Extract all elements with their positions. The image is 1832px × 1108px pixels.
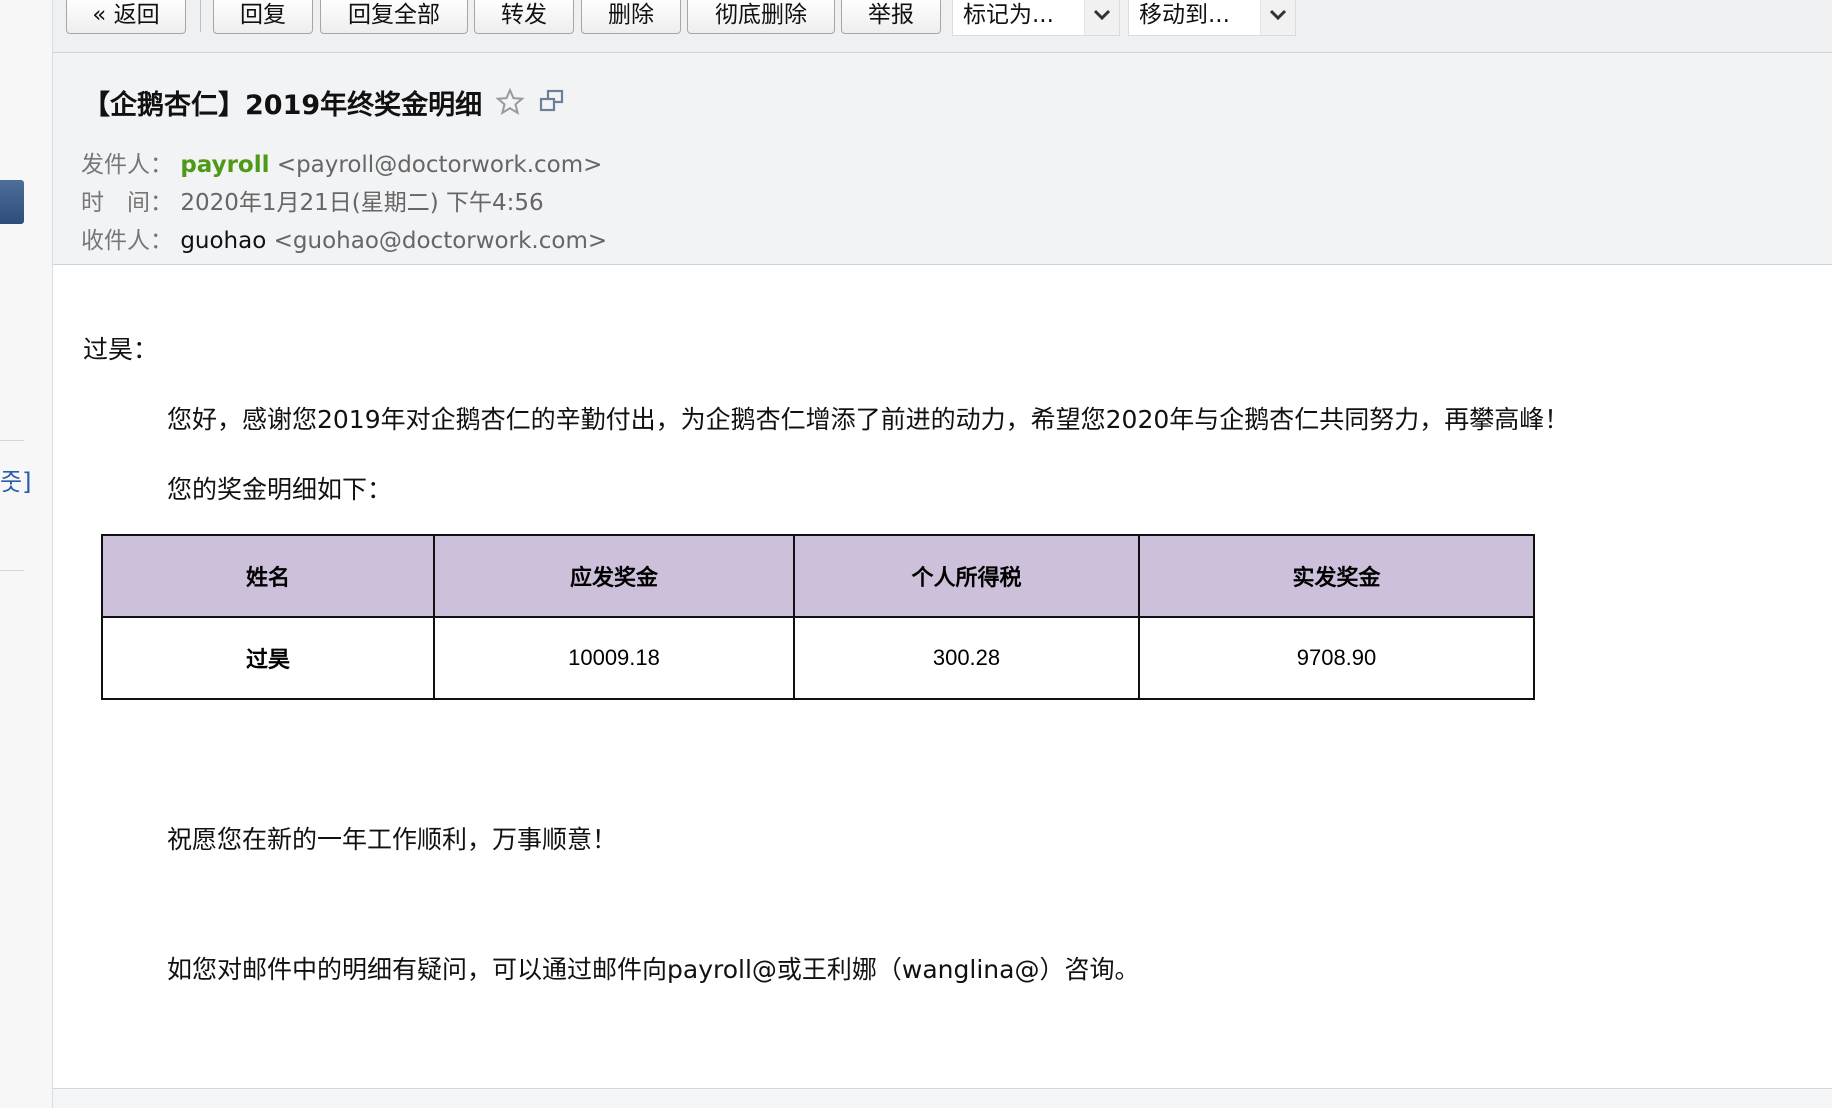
divider <box>0 440 24 441</box>
time-label: 时 间： <box>81 190 173 216</box>
back-button[interactable]: « 返回 <box>66 0 186 34</box>
toolbar-separator <box>200 0 201 32</box>
mark-as-select[interactable]: 标记为... <box>952 0 1120 36</box>
chevron-down-icon <box>1084 0 1119 35</box>
table-cell: 9708.90 <box>1138 616 1535 700</box>
delete-button[interactable]: 删除 <box>581 0 681 34</box>
move-to-label: 移动到... <box>1139 2 1230 28</box>
greeting: 过昊： <box>83 335 159 364</box>
forward-button[interactable]: 转发 <box>474 0 574 34</box>
mail-toolbar: « 返回 回复 回复全部 转发 删除 彻底删除 举报 标记为... 移动到... <box>53 0 1832 53</box>
left-pane-link[interactable]: 줏] <box>0 462 31 497</box>
sender-name[interactable]: payroll <box>180 152 269 178</box>
details-intro: 您的奖金明细如下： <box>167 475 393 504</box>
mark-as-label: 标记为... <box>963 2 1054 28</box>
recipient-name[interactable]: guohao <box>180 228 266 254</box>
table-header: 姓名 <box>101 534 435 618</box>
sender-row: 发件人： payroll <payroll@doctorwork.com> <box>81 145 602 179</box>
sender-address: <payroll@doctorwork.com> <box>276 152 603 178</box>
mail-reading-pane: « 返回 回复 回复全部 转发 删除 彻底删除 举报 标记为... 移动到...… <box>53 0 1832 1108</box>
table-cell: 过昊 <box>101 616 435 700</box>
wish-paragraph: 祝愿您在新的一年工作顺利，万事顺意！ <box>167 825 618 854</box>
table-cell: 10009.18 <box>433 616 795 700</box>
recipient-address: <guohao@doctorwork.com> <box>273 228 608 254</box>
delete-permanently-button[interactable]: 彻底删除 <box>687 0 835 34</box>
table-header: 个人所得税 <box>793 534 1140 618</box>
recipient-row: 收件人： guohao <guohao@doctorwork.com> <box>81 221 607 255</box>
divider <box>0 570 24 571</box>
table-header: 实发奖金 <box>1138 534 1535 618</box>
new-window-icon[interactable] <box>539 89 565 117</box>
intro-paragraph: 您好，感谢您2019年对企鹅杏仁的辛勤付出，为企鹅杏仁增添了前进的动力，希望您2… <box>167 405 1570 434</box>
star-icon[interactable] <box>495 87 525 121</box>
folder-tab-active[interactable] <box>0 180 24 224</box>
left-pane-sliver: 줏] <box>0 0 53 1108</box>
bonus-table: 姓名 应发奖金 个人所得税 实发奖金 过昊 10009.18 300.28 97… <box>101 534 1535 700</box>
reply-button[interactable]: 回复 <box>213 0 313 34</box>
table-cell: 300.28 <box>793 616 1140 700</box>
mail-subject: 【企鹅杏仁】2019年终奖金明细 <box>83 90 483 121</box>
reply-all-button[interactable]: 回复全部 <box>320 0 468 34</box>
move-to-select[interactable]: 移动到... <box>1128 0 1296 36</box>
chevron-down-icon <box>1260 0 1295 35</box>
mail-header: 【企鹅杏仁】2019年终奖金明细 发件人： payroll <payroll@d… <box>53 53 1832 265</box>
table-row: 过昊 10009.18 300.28 9708.90 <box>101 616 1535 700</box>
table-header: 应发奖金 <box>433 534 795 618</box>
report-button[interactable]: 举报 <box>841 0 941 34</box>
from-label: 发件人： <box>81 152 173 178</box>
table-header-row: 姓名 应发奖金 个人所得税 实发奖金 <box>101 534 1535 618</box>
time-value: 2020年1月21日(星期二) 下午4:56 <box>180 190 544 216</box>
contact-paragraph: 如您对邮件中的明细有疑问，可以通过邮件向payroll@或王利娜（wanglin… <box>167 955 1140 984</box>
time-row: 时 间： 2020年1月21日(星期二) 下午4:56 <box>81 183 544 217</box>
footer-strip <box>53 1089 1832 1108</box>
to-label: 收件人： <box>81 228 173 254</box>
